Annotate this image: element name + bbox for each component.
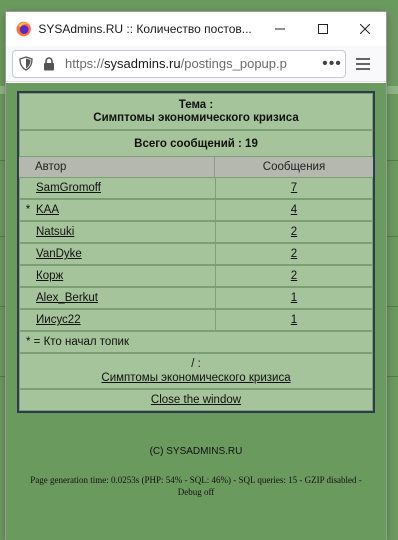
- forum-path: / :: [191, 358, 201, 370]
- page-actions-icon[interactable]: •••: [319, 55, 345, 73]
- topic-header: Тема : Симптомы экономического кризиса: [19, 93, 373, 130]
- table-row: * KAA 4: [19, 199, 373, 221]
- posts-cell: 2: [216, 226, 372, 238]
- author-link[interactable]: SamGromoff: [36, 182, 101, 194]
- author-cell: * KAA: [20, 200, 216, 220]
- author-link[interactable]: Иисус22: [36, 314, 81, 326]
- page-content: Тема : Симптомы экономического кризиса В…: [6, 83, 386, 540]
- close-window-button[interactable]: [344, 12, 386, 46]
- posts-count-link[interactable]: 7: [291, 182, 297, 194]
- posts-count-link[interactable]: 2: [291, 248, 297, 260]
- posts-count-link[interactable]: 2: [291, 226, 297, 238]
- total-posts: Всего сообщений : 19: [19, 130, 373, 157]
- table-row: Alex_Berkut 1: [19, 287, 373, 309]
- url-path: /postings_popup.p: [180, 56, 287, 71]
- table-row: VanDyke 2: [19, 243, 373, 265]
- author-link[interactable]: VanDyke: [36, 248, 82, 260]
- url-text[interactable]: https://sysadmins.ru/postings_popup.p: [65, 56, 291, 71]
- table-header: Автор Сообщения: [19, 157, 373, 177]
- table-row: Корж 2: [19, 265, 373, 287]
- app-menu-button[interactable]: [346, 57, 380, 70]
- url-scheme: https://: [65, 56, 105, 71]
- firefox-icon: [16, 21, 31, 37]
- topic-title: Симптомы экономического кризиса: [93, 112, 299, 124]
- popup-window: SYSAdmins.RU :: Количество постов... htt…: [6, 12, 386, 540]
- author-link[interactable]: Natsuki: [36, 226, 74, 238]
- posts-cell: 1: [216, 292, 372, 304]
- posts-count-link[interactable]: 1: [291, 314, 297, 326]
- table-row: SamGromoff 7: [19, 177, 373, 199]
- starter-mark: *: [25, 204, 31, 216]
- author-link[interactable]: Корж: [36, 270, 63, 282]
- author-cell: Иисус22: [20, 310, 216, 330]
- address-bar[interactable]: https://sysadmins.ru/postings_popup.p ••…: [12, 49, 346, 78]
- author-cell: Natsuki: [20, 222, 216, 242]
- postings-table: Тема : Симптомы экономического кризиса В…: [17, 91, 375, 413]
- starter-legend: * = Кто начал топик: [19, 331, 373, 353]
- window-title: SYSAdmins.RU :: Количество постов...: [38, 22, 252, 36]
- author-column-header: Автор: [19, 157, 215, 177]
- posts-count-link[interactable]: 4: [291, 204, 297, 216]
- topic-link[interactable]: Симптомы экономического кризиса: [101, 372, 290, 384]
- author-cell: VanDyke: [20, 244, 216, 264]
- posts-count-link[interactable]: 2: [291, 270, 297, 282]
- author-cell: Alex_Berkut: [20, 288, 216, 308]
- generation-info: Page generation time: 0.0253s (PHP: 54% …: [30, 475, 362, 497]
- posts-cell: 4: [216, 204, 372, 216]
- topic-label: Тема :: [178, 99, 214, 111]
- maximize-button[interactable]: [302, 12, 344, 46]
- author-cell: SamGromoff: [20, 178, 216, 198]
- posts-cell: 1: [216, 314, 372, 326]
- tracking-shield-icon[interactable]: [13, 56, 39, 71]
- navigation-bar: https://sysadmins.ru/postings_popup.p ••…: [6, 46, 386, 82]
- topic-footer: / : Симптомы экономического кризиса: [19, 353, 373, 389]
- author-rows: SamGromoff 7 * KAA 4 Natsuki 2 VanDyke 2 Корж 2 Ale…: [19, 177, 373, 331]
- minimize-button[interactable]: [259, 12, 301, 46]
- lock-icon[interactable]: [39, 56, 59, 71]
- close-window-link[interactable]: Close the window: [151, 394, 241, 406]
- close-row: Close the window: [19, 389, 373, 411]
- minimize-icon: [275, 28, 286, 30]
- maximize-icon: [317, 24, 328, 34]
- author-link[interactable]: KAA: [36, 204, 59, 216]
- author-cell: Корж: [20, 266, 216, 286]
- posts-cell: 7: [216, 182, 372, 194]
- table-row: Natsuki 2: [19, 221, 373, 243]
- posts-cell: 2: [216, 248, 372, 260]
- hamburger-icon: [356, 57, 370, 70]
- url-host: sysadmins.ru: [104, 56, 181, 71]
- close-icon: [359, 24, 370, 34]
- table-row: Иисус22 1: [19, 309, 373, 331]
- posts-count-link[interactable]: 1: [291, 292, 297, 304]
- copyright: (C) SYSADMINS.RU: [149, 446, 243, 457]
- title-bar: SYSAdmins.RU :: Количество постов...: [6, 12, 386, 46]
- author-link[interactable]: Alex_Berkut: [36, 292, 98, 304]
- posts-cell: 2: [216, 270, 372, 282]
- posts-column-header: Сообщения: [262, 161, 326, 173]
